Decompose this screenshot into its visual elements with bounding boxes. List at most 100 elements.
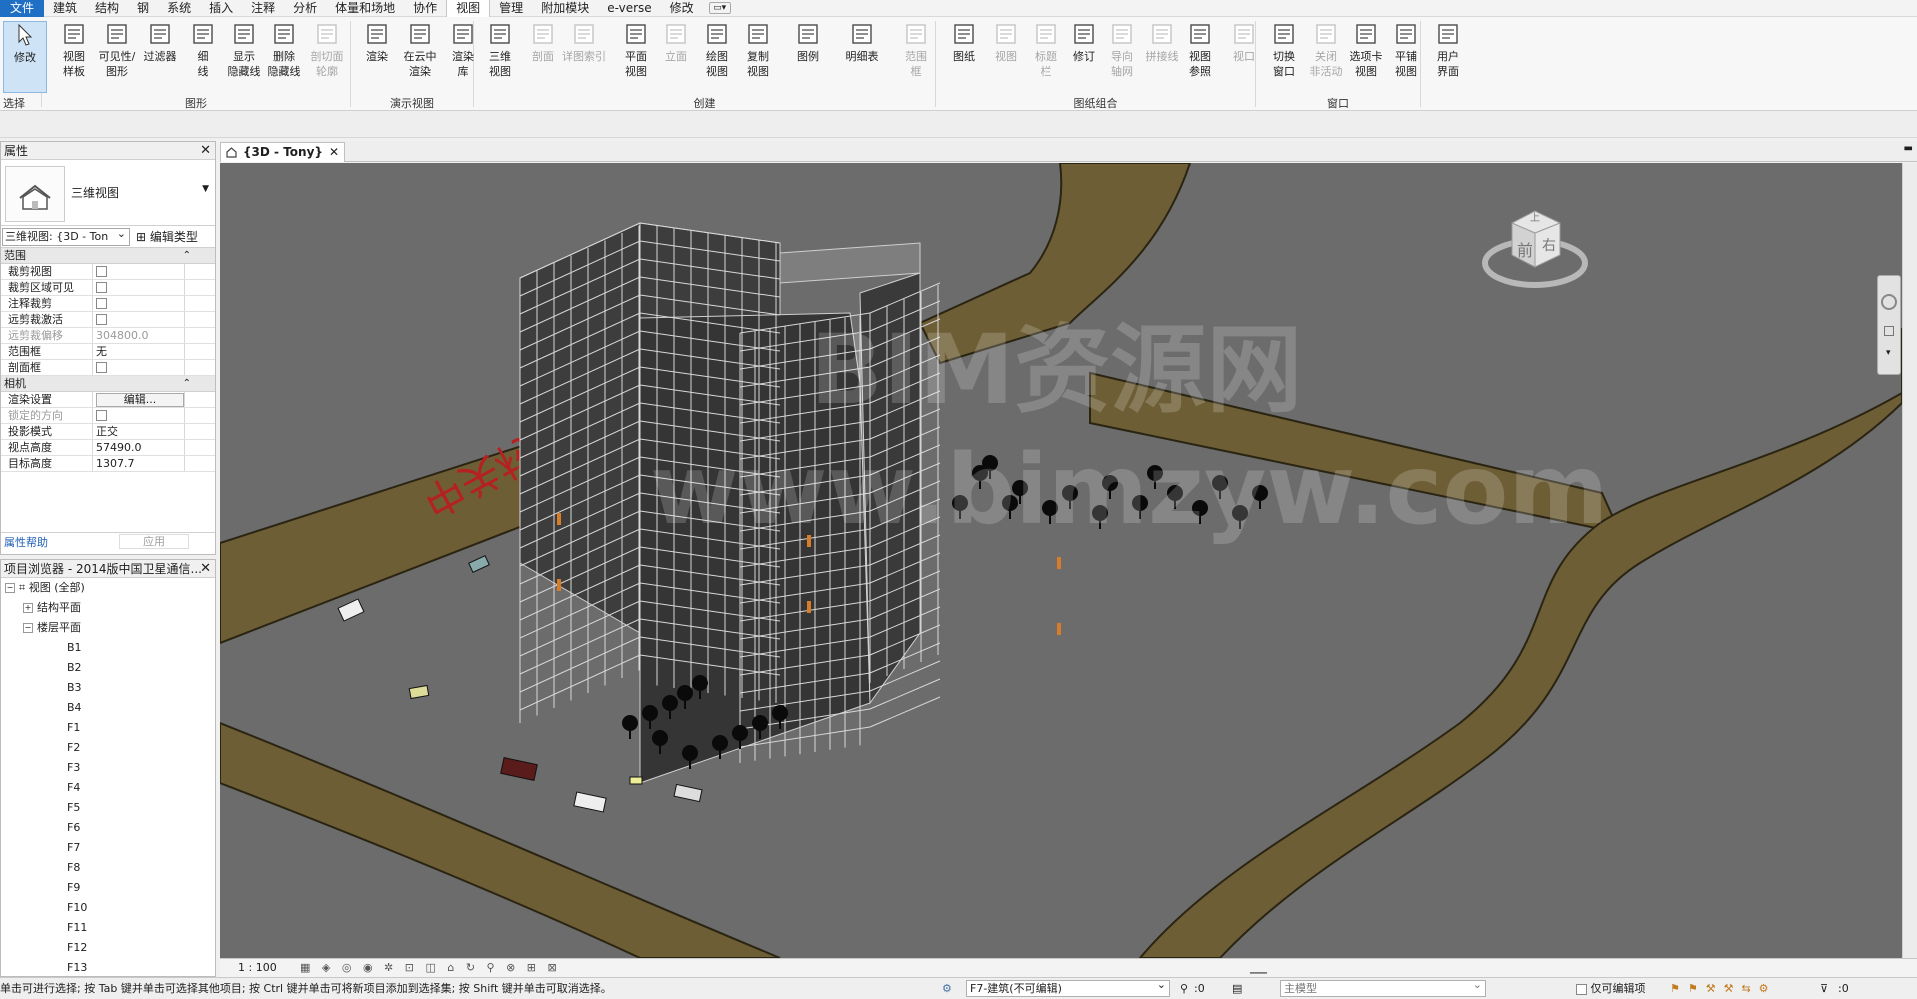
ribbon-button-28[interactable]: 视口	[1222, 21, 1266, 64]
tree-floor-7[interactable]: F4	[3, 778, 215, 798]
ribbon-button-22[interactable]: 视图	[984, 21, 1028, 64]
ribbon-minimize-icon[interactable]: ▭▾	[708, 2, 731, 14]
properties-help-link[interactable]: 属性帮助	[1, 534, 119, 550]
close-icon[interactable]: ✕	[200, 142, 211, 160]
expand-icon[interactable]: +	[23, 603, 33, 613]
property-checkbox[interactable]	[96, 314, 107, 325]
menu-5[interactable]: 插入	[200, 0, 242, 17]
tree-floor-16[interactable]: F13	[3, 958, 215, 976]
property-checkbox[interactable]	[96, 362, 107, 373]
ribbon-button-30[interactable]: 关闭 非活动	[1304, 21, 1348, 79]
zoom-icon[interactable]	[1884, 326, 1894, 336]
menu-13[interactable]: e-verse	[598, 0, 660, 17]
ribbon-button-2[interactable]: 可见性/ 图形	[95, 21, 139, 79]
property-section-header[interactable]: 范围 ⌃	[1, 248, 215, 264]
property-value-cell[interactable]	[93, 296, 185, 311]
ribbon-button-21[interactable]: 图纸	[942, 21, 986, 64]
ribbon-button-32[interactable]: 平铺 视图	[1384, 21, 1428, 79]
active-view-select[interactable]: F7-建筑(不可编辑)	[966, 977, 1170, 997]
chevron-down-icon[interactable]: ▾	[1886, 348, 1891, 358]
collapse-icon[interactable]: −	[23, 623, 33, 633]
property-value-cell[interactable]	[93, 408, 185, 423]
view-control-icons[interactable]: ▦ ◈ ◎ ◉ ✲ ⊡ ◫ ⌂ ↻ ⚲ ⊗ ⊞ ⊠	[300, 959, 561, 977]
viewcube-top-face[interactable]: 上	[1530, 209, 1540, 224]
ribbon-button-17[interactable]: 复制 视图	[736, 21, 780, 79]
menu-0[interactable]: 文件	[0, 0, 45, 17]
viewcube-front-face[interactable]: 前	[1517, 237, 1533, 261]
design-options-icon[interactable]: ▤	[1232, 978, 1242, 999]
link-icon[interactable]: ⚲	[1180, 978, 1188, 999]
tree-floor-11[interactable]: F8	[3, 858, 215, 878]
tree-floor-8[interactable]: F5	[3, 798, 215, 818]
close-icon[interactable]: ✕	[329, 143, 339, 161]
tree-floor-4[interactable]: F1	[3, 718, 215, 738]
selection-filter-icons[interactable]: ⚑⚑⚒⚒⇆⚙	[1670, 978, 1777, 999]
tree-floor-9[interactable]: F6	[3, 818, 215, 838]
property-value-cell[interactable]	[93, 280, 185, 295]
dropdown-arrow-icon[interactable]: ▼	[202, 184, 209, 194]
view-instance-select[interactable]: 三维视图: {3D - Ton	[2, 226, 130, 246]
ribbon-button-8[interactable]: 渲染	[355, 21, 399, 64]
menu-10[interactable]: 视图	[446, 0, 491, 17]
property-checkbox[interactable]	[96, 410, 107, 421]
menu-1[interactable]: 建筑	[44, 0, 86, 17]
ribbon-button-33[interactable]: 用户 界面	[1426, 21, 1470, 79]
menu-9[interactable]: 协作	[404, 0, 446, 17]
property-value-cell[interactable]: 正交	[93, 424, 185, 439]
ribbon-button-6[interactable]: 删除 隐藏线	[262, 21, 306, 79]
apply-button[interactable]: 应用	[119, 534, 189, 549]
viewcube[interactable]: 前 右 上	[1480, 193, 1590, 293]
ribbon-button-0[interactable]: 修改	[3, 21, 47, 93]
menu-14[interactable]: 修改	[661, 0, 703, 17]
tree-floor-13[interactable]: F10	[3, 898, 215, 918]
ribbon-button-16[interactable]: 绘图 视图	[695, 21, 739, 79]
splitter-handle[interactable]: ▁▁	[1250, 959, 1267, 977]
tree-floor-15[interactable]: F12	[3, 938, 215, 958]
property-value[interactable]: 57490.0	[96, 441, 142, 454]
viewcube-right-face[interactable]: 右	[1542, 235, 1556, 255]
ribbon-button-12[interactable]: 剖面	[521, 21, 565, 64]
tree-floor-10[interactable]: F7	[3, 838, 215, 858]
type-selector[interactable]: 三维视图 ▼	[1, 160, 215, 226]
viewport-scrollbar[interactable]	[1902, 163, 1917, 958]
property-value[interactable]: 正交	[96, 425, 118, 438]
ribbon-button-31[interactable]: 选项卡 视图	[1344, 21, 1388, 79]
ribbon-button-11[interactable]: 三维 视图	[478, 21, 522, 79]
property-value-cell[interactable]: 304800.0	[93, 328, 185, 343]
menu-6[interactable]: 注释	[242, 0, 284, 17]
menu-12[interactable]: 附加模块	[532, 0, 598, 17]
filter-icon[interactable]: ⊽	[1820, 978, 1828, 999]
property-value-cell[interactable]: 57490.0	[93, 440, 185, 455]
tree-floor-0[interactable]: B1	[3, 638, 215, 658]
menu-3[interactable]: 钢	[128, 0, 158, 17]
ribbon-button-3[interactable]: 过滤器	[138, 21, 182, 64]
property-value-cell[interactable]	[93, 312, 185, 327]
steering-wheel-icon[interactable]	[1881, 294, 1897, 310]
ribbon-button-18[interactable]: 图例	[786, 21, 830, 64]
collapse-icon[interactable]: −	[5, 583, 15, 593]
ribbon-button-13[interactable]: 详图索引	[562, 21, 606, 64]
ribbon-button-15[interactable]: 立面	[654, 21, 698, 64]
tree-floor-plans[interactable]: − 楼层平面	[3, 618, 215, 638]
ribbon-button-7[interactable]: 剖切面 轮廓	[305, 21, 349, 79]
scale-selector[interactable]: 1 : 100	[238, 959, 277, 977]
menu-4[interactable]: 系统	[158, 0, 200, 17]
editable-only-toggle[interactable]: 仅可编辑项	[1576, 978, 1646, 999]
tree-floor-2[interactable]: B3	[3, 678, 215, 698]
property-checkbox[interactable]	[96, 266, 107, 277]
tree-floor-5[interactable]: F2	[3, 738, 215, 758]
tab-menu-icon[interactable]: ▬	[1904, 143, 1913, 154]
3d-viewport[interactable]: 中关村南三街 BIM资源网 www.bimzyw.com 前 右 上	[220, 163, 1902, 958]
property-section-header[interactable]: 相机 ⌃	[1, 376, 215, 392]
property-checkbox[interactable]	[96, 282, 107, 293]
edit-type-button[interactable]: ⊞ 编辑类型	[136, 228, 198, 245]
ribbon-button-25[interactable]: 导向 轴网	[1100, 21, 1144, 79]
navigation-bar[interactable]: ▾	[1877, 275, 1901, 375]
ribbon-button-20[interactable]: 范围 框	[894, 21, 938, 79]
menu-2[interactable]: 结构	[86, 0, 128, 17]
menu-7[interactable]: 分析	[284, 0, 326, 17]
tree-root-views[interactable]: − ⌗ 视图 (全部)	[3, 578, 215, 598]
property-value[interactable]: 304800.0	[96, 329, 149, 342]
property-value-cell[interactable]	[93, 264, 185, 279]
ribbon-button-5[interactable]: 显示 隐藏线	[222, 21, 266, 79]
